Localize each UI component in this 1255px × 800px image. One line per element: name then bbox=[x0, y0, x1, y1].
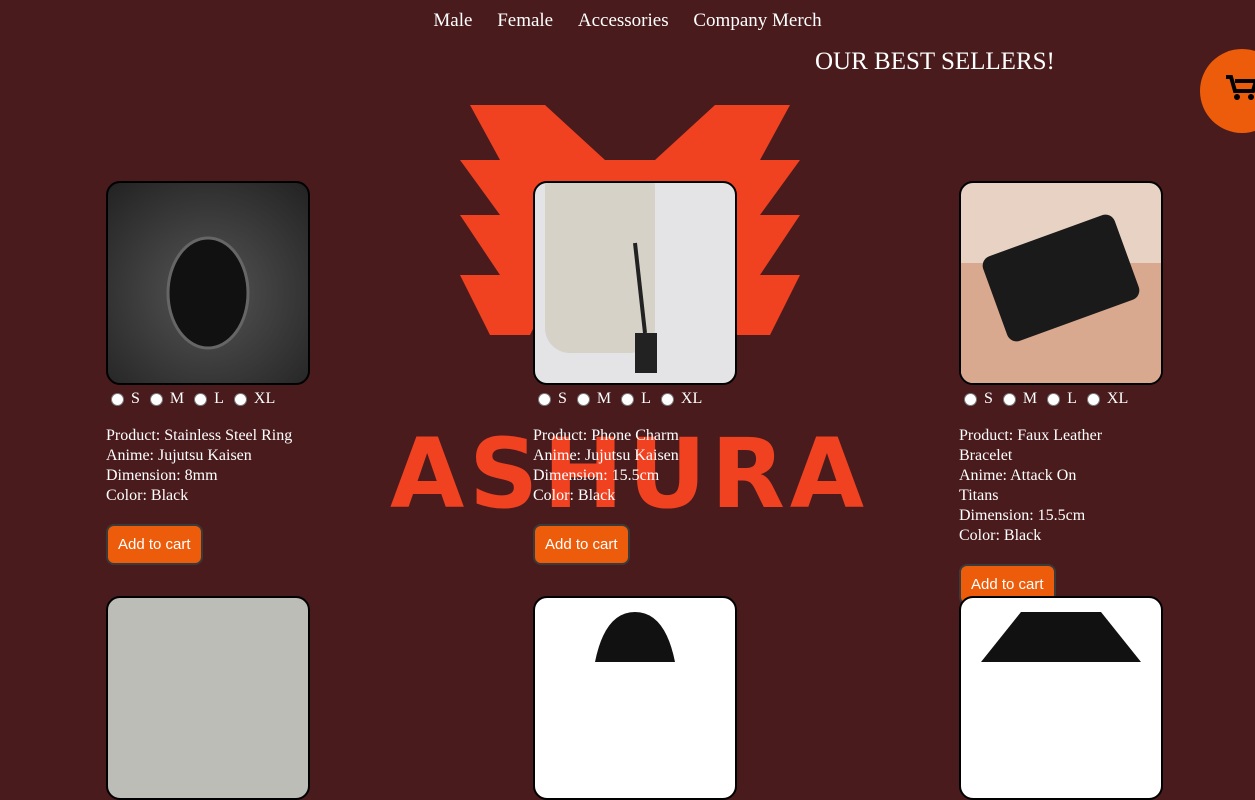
size-xl-radio[interactable] bbox=[1086, 392, 1100, 406]
product-name: Product: Stainless Steel Ring bbox=[106, 427, 293, 444]
nav-female[interactable]: Female bbox=[497, 10, 553, 31]
size-xl-radio[interactable] bbox=[233, 392, 247, 406]
nav-male[interactable]: Male bbox=[433, 10, 472, 31]
page-title: OUR BEST SELLERS! bbox=[815, 48, 1055, 75]
size-options: S M L XL bbox=[533, 390, 773, 408]
nav-accessories[interactable]: Accessories bbox=[578, 10, 669, 31]
size-label: L bbox=[214, 390, 224, 407]
size-label: M bbox=[169, 390, 185, 407]
size-label: S bbox=[558, 390, 567, 407]
product-image-hoodie bbox=[533, 596, 737, 800]
size-label: L bbox=[641, 390, 651, 407]
nav-company-merch[interactable]: Company Merch bbox=[693, 10, 821, 31]
size-label: M bbox=[596, 390, 612, 407]
size-label: S bbox=[131, 390, 140, 407]
size-m-radio[interactable] bbox=[576, 392, 590, 406]
product-info: Product: Faux Leather Bracelet Anime: At… bbox=[959, 426, 1109, 546]
add-to-cart-button[interactable]: Add to cart bbox=[106, 524, 203, 565]
product-card: S M L XL Product: Stainless Steel Ring A… bbox=[106, 181, 346, 565]
size-s-radio[interactable] bbox=[538, 392, 551, 406]
size-s-radio[interactable] bbox=[111, 392, 124, 406]
size-label: M bbox=[1022, 390, 1038, 407]
product-image-bracelet bbox=[959, 181, 1163, 385]
product-image-tshirt bbox=[959, 596, 1163, 800]
size-options: S M L XL bbox=[959, 390, 1199, 408]
size-l-radio[interactable] bbox=[1047, 392, 1061, 406]
product-dimension: Dimension: 15.5cm bbox=[959, 507, 1086, 524]
cart-button[interactable] bbox=[1200, 49, 1255, 133]
product-image-pants bbox=[106, 596, 310, 800]
product-anime: Anime: Jujutsu Kaisen bbox=[106, 447, 252, 464]
size-s-radio[interactable] bbox=[964, 392, 977, 406]
product-color: Color: Black bbox=[959, 527, 1042, 544]
size-l-radio[interactable] bbox=[621, 392, 635, 406]
size-label: S bbox=[984, 390, 993, 407]
size-label: L bbox=[1067, 390, 1077, 407]
product-anime: Anime: Attack On Titans bbox=[959, 467, 1077, 504]
size-m-radio[interactable] bbox=[149, 392, 163, 406]
product-dimension: Dimension: 15.5cm bbox=[533, 467, 660, 484]
product-info: Product: Phone Charm Anime: Jujutsu Kais… bbox=[533, 426, 743, 506]
product-color: Color: Black bbox=[106, 487, 189, 504]
product-info: Product: Stainless Steel Ring Anime: Juj… bbox=[106, 426, 316, 506]
product-name: Product: Faux Leather Bracelet bbox=[959, 427, 1103, 464]
product-anime: Anime: Jujutsu Kaisen bbox=[533, 447, 679, 464]
size-options: S M L XL bbox=[106, 390, 346, 408]
size-label: XL bbox=[680, 390, 703, 407]
size-xl-radio[interactable] bbox=[660, 392, 674, 406]
cart-icon bbox=[1226, 75, 1255, 100]
add-to-cart-button[interactable]: Add to cart bbox=[533, 524, 630, 565]
product-name: Product: Phone Charm bbox=[533, 427, 679, 444]
product-card: S M L XL Product: Faux Leather Bracelet … bbox=[959, 181, 1199, 605]
product-image-ring bbox=[106, 181, 310, 385]
product-dimension: Dimension: 8mm bbox=[106, 467, 218, 484]
product-color: Color: Black bbox=[533, 487, 616, 504]
size-label: XL bbox=[253, 390, 276, 407]
top-nav: Male Female Accessories Company Merch bbox=[0, 10, 1255, 32]
product-image-phone-charm bbox=[533, 181, 737, 385]
size-m-radio[interactable] bbox=[1002, 392, 1016, 406]
size-l-radio[interactable] bbox=[194, 392, 208, 406]
product-card: S M L XL Product: Phone Charm Anime: Juj… bbox=[533, 181, 773, 565]
size-label: XL bbox=[1106, 390, 1129, 407]
